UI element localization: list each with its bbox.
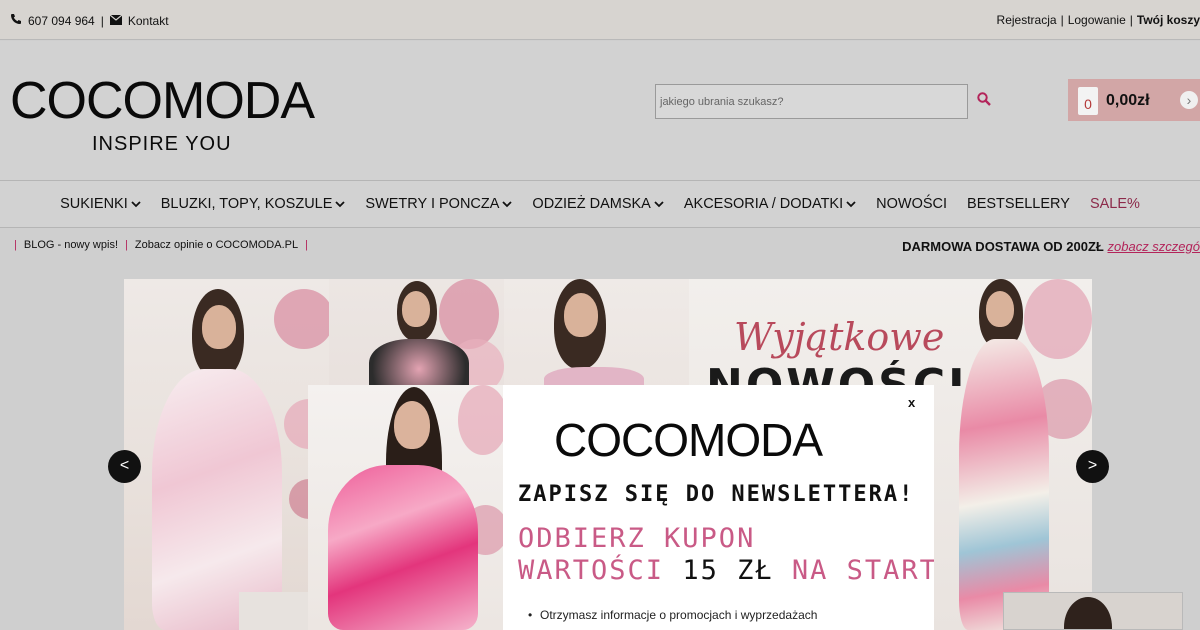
popup-photo [308,385,503,630]
chevron-right-icon[interactable]: › [1180,91,1198,109]
nav-label: AKCESORIA / DODATKI [683,196,844,212]
chevron-down-icon [131,196,141,212]
nav-item-nowosci[interactable]: NOWOŚCI [876,196,947,212]
flower-decoration [274,289,334,349]
model-face [986,291,1014,327]
cart-count: 0 [1078,87,1098,115]
newsletter-popup: x COCOMODA ZAPISZ SIĘ DO NEWSLETTERA! OD… [308,385,934,630]
model-dress [152,369,282,630]
top-bar: 607 094 964 | Kontakt Rejestracja | Logo… [0,0,1200,40]
separator: | [1129,13,1133,27]
free-shipping-text: DARMOWA DOSTAWA OD 200ZŁ [902,239,1104,254]
envelope-icon [109,14,123,28]
login-link[interactable]: Logowanie [1068,13,1126,27]
model-dress [328,465,478,630]
flower-decoration [439,279,499,349]
phone-number[interactable]: 607 094 964 [28,14,95,28]
separator: | [100,13,104,28]
nav-item-sukienki[interactable]: SUKIENKI [60,196,141,212]
nav-item-sale[interactable]: SALE% [1090,196,1140,212]
banner-title: Wyjątkowe [734,315,945,359]
nav-item-bestsellery[interactable]: BESTSELLERY [967,196,1070,212]
popup-offer-line2: WARTOŚCI 15 ZŁ NA START! [518,555,934,586]
cart-widget[interactable]: 0 0,00zł › [1068,79,1200,121]
reviews-link[interactable]: Zobacz opinie o COCOMODA.PL [135,239,298,251]
slider-next-button[interactable]: > [1076,450,1109,483]
chevron-down-icon [846,196,856,212]
cart-link[interactable]: Twój koszy [1137,13,1200,27]
separator: | [14,239,17,251]
top-bar-left: 607 094 964 | Kontakt [10,13,169,28]
logo-tagline: INSPIRE YOU [92,133,232,155]
contact-link[interactable]: Kontakt [128,14,169,28]
search-input[interactable]: jakiego ubrania szukasz? [655,84,968,119]
header: COCOMODA INSPIRE YOU jakiego ubrania szu… [0,41,1200,180]
blog-link[interactable]: BLOG - nowy wpis! [24,239,118,251]
shipping-details-link[interactable]: zobacz szczegó [1108,239,1200,254]
chevron-down-icon [502,196,513,212]
nav-label: SALE% [1089,196,1140,212]
model-dress [959,339,1049,630]
nav-label: NOWOŚCI [876,196,948,212]
shipping-info: DARMOWA DOSTAWA OD 200ZŁ zobacz szczegó [902,239,1200,254]
nav-item-akcesoria[interactable]: AKCESORIA / DODATKI [684,196,856,212]
banner-photo-1 [124,279,334,630]
close-button[interactable]: x [908,395,915,410]
search-icon [977,92,991,111]
popup-headline: ZAPISZ SIĘ DO NEWSLETTERA! [518,482,915,507]
model-face [202,305,236,349]
product-thumbnail[interactable] [1003,592,1183,630]
flower-decoration [1024,279,1092,359]
model-face [402,291,430,327]
offer-text: NA START! [791,555,934,586]
phone-icon [10,13,22,28]
model-hair [1064,597,1112,629]
site-logo[interactable]: COCOMODA [10,71,315,131]
separator: | [125,239,128,251]
separator: | [1060,13,1064,27]
chevron-down-icon [654,196,664,212]
nav-label: BLUZKI, TOPY, KOSZULE [160,196,333,212]
register-link[interactable]: Rejestracja [997,13,1057,27]
account-links: Rejestracja | Logowanie | Twój koszy [997,13,1200,27]
popup-offer-line1: ODBIERZ KUPON [518,523,756,554]
nav-item-bluzki[interactable]: BLUZKI, TOPY, KOSZULE [161,196,346,212]
model-face [564,293,598,337]
cart-total: 0,00zł [1106,92,1150,109]
nav-label: SUKIENKI [60,196,128,212]
main-nav: SUKIENKI BLUZKI, TOPY, KOSZULE SWETRY I … [0,180,1200,228]
flower-decoration [458,385,503,455]
nav-item-swetry[interactable]: SWETRY I PONCZA [365,196,513,212]
nav-label: SWETRY I PONCZA [365,196,500,212]
popup-logo: COCOMODA [554,414,823,466]
chevron-down-icon [335,196,346,212]
product-thumbnail[interactable] [239,592,309,630]
offer-text: WARTOŚCI [518,555,665,586]
nav-item-odziez[interactable]: ODZIEŻ DAMSKA [532,196,664,212]
info-links: | BLOG - nowy wpis! | Zobacz opinie o CO… [14,239,308,251]
nav-label: ODZIEŻ DAMSKA [532,196,651,212]
slider-prev-button[interactable]: < [108,450,141,483]
banner-headline: NOWOŚCI [706,360,968,386]
offer-amount: 15 ZŁ [682,555,774,586]
nav-label: BESTSELLERY [967,196,1070,212]
info-bar: | BLOG - nowy wpis! | Zobacz opinie o CO… [0,229,1200,259]
popup-benefit-item: Otrzymasz informacje o promocjach i wypr… [528,608,817,622]
search-button[interactable] [968,84,1000,119]
separator: | [305,239,308,251]
model-face [394,401,430,449]
